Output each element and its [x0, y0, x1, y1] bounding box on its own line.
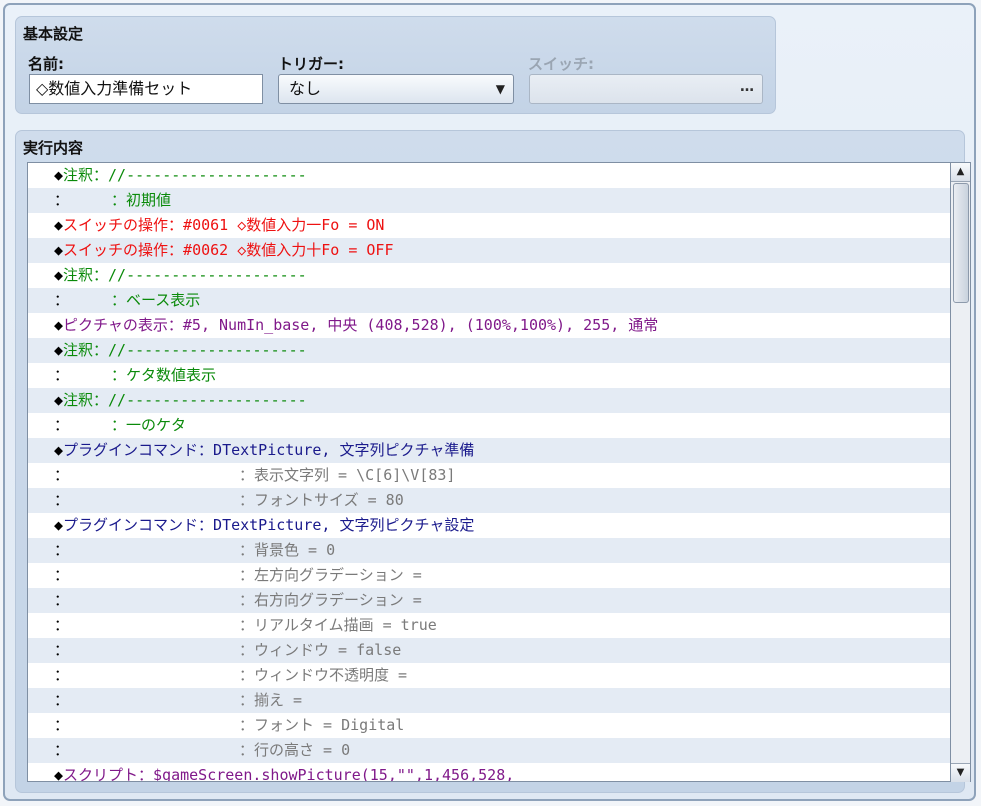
- continuation-mark: ：: [54, 466, 70, 484]
- command-bullet: ◆: [54, 391, 64, 409]
- name-field[interactable]: ◇数値入力準備セット: [29, 74, 263, 104]
- command-row[interactable]: ： ：ケタ数値表示: [28, 363, 950, 388]
- command-row[interactable]: ： ：ウィンドウ不透明度 =: [28, 663, 950, 688]
- command-row[interactable]: ◆ピクチャの表示：#5, NumIn_base, 中央 (408,528), (…: [28, 313, 950, 338]
- command-row[interactable]: ： ：リアルタイム描画 = true: [28, 613, 950, 638]
- switch-label: スイッチ:: [528, 55, 594, 73]
- command-row[interactable]: ◆スクリプト：$gameScreen.showPicture(15,"",1,4…: [28, 763, 950, 782]
- command-text: プラグインコマンド：DTextPicture, 文字列ピクチャ設定: [63, 516, 475, 534]
- command-text: ：フォント = Digital: [239, 716, 405, 734]
- command-text: ：揃え =: [239, 691, 303, 709]
- command-bullet: ◆: [54, 341, 64, 359]
- scroll-thumb[interactable]: [953, 183, 969, 303]
- continuation-mark: ：: [54, 741, 70, 759]
- continuation-mark: ：: [54, 691, 70, 709]
- continuation-mark: ：: [54, 591, 70, 609]
- command-text: ：フォントサイズ = 80: [239, 491, 404, 509]
- command-row[interactable]: ◆注釈：//--------------------: [28, 338, 950, 363]
- command-text: ：行の高さ = 0: [239, 741, 351, 759]
- basic-settings-group: 基本設定 名前: ◇数値入力準備セット トリガー: なし ▼ スイッチ: …: [15, 16, 776, 114]
- continuation-mark: ：: [54, 291, 70, 309]
- command-text: ：リアルタイム描画 = true: [239, 616, 437, 634]
- contents-title: 実行内容: [23, 139, 84, 157]
- continuation-mark: ：: [54, 616, 70, 634]
- command-text: ：一のケタ: [111, 416, 187, 434]
- command-row[interactable]: ◆スイッチの操作：#0062 ◇数値入力十Fo = OFF: [28, 238, 950, 263]
- command-row[interactable]: ： ：一のケタ: [28, 413, 950, 438]
- scroll-down-icon[interactable]: ▼: [951, 763, 970, 782]
- trigger-value: なし: [289, 79, 322, 98]
- command-row[interactable]: ◆プラグインコマンド：DTextPicture, 文字列ピクチャ準備: [28, 438, 950, 463]
- command-text: スイッチの操作：#0061 ◇数値入力一Fo = ON: [63, 216, 385, 234]
- command-text: スイッチの操作：#0062 ◇数値入力十Fo = OFF: [63, 241, 394, 259]
- continuation-mark: ：: [54, 491, 70, 509]
- command-row[interactable]: ◆スイッチの操作：#0061 ◇数値入力一Fo = ON: [28, 213, 950, 238]
- ellipsis-icon: …: [740, 79, 754, 95]
- name-label: 名前:: [28, 55, 64, 73]
- event-editor-window: 基本設定 名前: ◇数値入力準備セット トリガー: なし ▼ スイッチ: … 実…: [3, 3, 976, 801]
- command-text: スクリプト：$gameScreen.showPicture(15,"",1,45…: [63, 766, 515, 782]
- command-text: ：初期値: [111, 191, 172, 209]
- command-row[interactable]: ： ：行の高さ = 0: [28, 738, 950, 763]
- command-row[interactable]: ： ：ベース表示: [28, 288, 950, 313]
- trigger-label: トリガー:: [278, 55, 344, 73]
- continuation-mark: ：: [54, 541, 70, 559]
- command-text: ：ウィンドウ不透明度 =: [239, 666, 408, 684]
- continuation-mark: ：: [54, 666, 70, 684]
- command-bullet: ◆: [54, 266, 64, 284]
- command-bullet: ◆: [54, 241, 64, 259]
- contents-group: 実行内容 ◆注釈：//--------------------：：初期値 ◆スイッ…: [15, 130, 971, 793]
- vertical-scrollbar[interactable]: ▲ ▼: [951, 162, 971, 782]
- command-row[interactable]: ◆注釈：//--------------------: [28, 263, 950, 288]
- command-row[interactable]: ◆注釈：//--------------------: [28, 163, 950, 188]
- command-row[interactable]: ： ：右方向グラデーション =: [28, 588, 950, 613]
- command-text: プラグインコマンド：DTextPicture, 文字列ピクチャ準備: [63, 441, 475, 459]
- command-text: 注釈：//--------------------: [63, 341, 307, 359]
- command-bullet: ◆: [54, 216, 64, 234]
- command-row[interactable]: ： ：表示文字列 = \C[6]\V[83]: [28, 463, 950, 488]
- command-row[interactable]: ： ：フォントサイズ = 80: [28, 488, 950, 513]
- command-row[interactable]: ： ：初期値: [28, 188, 950, 213]
- command-row[interactable]: ◆注釈：//--------------------: [28, 388, 950, 413]
- command-text: ：背景色 = 0: [239, 541, 336, 559]
- command-row[interactable]: ： ：左方向グラデーション =: [28, 563, 950, 588]
- basic-settings-title: 基本設定: [23, 25, 84, 43]
- command-row[interactable]: ： ：ウィンドウ = false: [28, 638, 950, 663]
- command-text: 注釈：//--------------------: [63, 166, 307, 184]
- command-text: 注釈：//--------------------: [63, 266, 307, 284]
- continuation-mark: ：: [54, 191, 70, 209]
- continuation-mark: ：: [54, 566, 70, 584]
- command-text: ：ベース表示: [111, 291, 201, 309]
- dropdown-arrow-icon: ▼: [495, 82, 505, 96]
- command-row[interactable]: ： ：揃え =: [28, 688, 950, 713]
- trigger-select[interactable]: なし ▼: [278, 74, 514, 104]
- command-text: ：ウィンドウ = false: [239, 641, 402, 659]
- switch-select-button[interactable]: …: [529, 74, 763, 104]
- command-row[interactable]: ◆プラグインコマンド：DTextPicture, 文字列ピクチャ設定: [28, 513, 950, 538]
- command-text: ：右方向グラデーション =: [239, 591, 422, 609]
- command-row[interactable]: ： ：背景色 = 0: [28, 538, 950, 563]
- command-text: ：左方向グラデーション =: [239, 566, 422, 584]
- continuation-mark: ：: [54, 416, 70, 434]
- continuation-mark: ：: [54, 716, 70, 734]
- command-bullet: ◆: [54, 516, 64, 534]
- command-list[interactable]: ◆注釈：//--------------------：：初期値 ◆スイッチの操作：…: [27, 162, 951, 782]
- command-text: ピクチャの表示：#5, NumIn_base, 中央 (408,528), (1…: [63, 316, 659, 334]
- command-text: 注釈：//--------------------: [63, 391, 307, 409]
- continuation-mark: ：: [54, 366, 70, 384]
- command-text: ：表示文字列 = \C[6]\V[83]: [239, 466, 456, 484]
- command-bullet: ◆: [54, 166, 64, 184]
- continuation-mark: ：: [54, 641, 70, 659]
- command-row[interactable]: ： ：フォント = Digital: [28, 713, 950, 738]
- command-text: ：ケタ数値表示: [111, 366, 217, 384]
- command-bullet: ◆: [54, 441, 64, 459]
- command-bullet: ◆: [54, 316, 64, 334]
- command-bullet: ◆: [54, 766, 64, 782]
- scroll-up-icon[interactable]: ▲: [951, 163, 970, 182]
